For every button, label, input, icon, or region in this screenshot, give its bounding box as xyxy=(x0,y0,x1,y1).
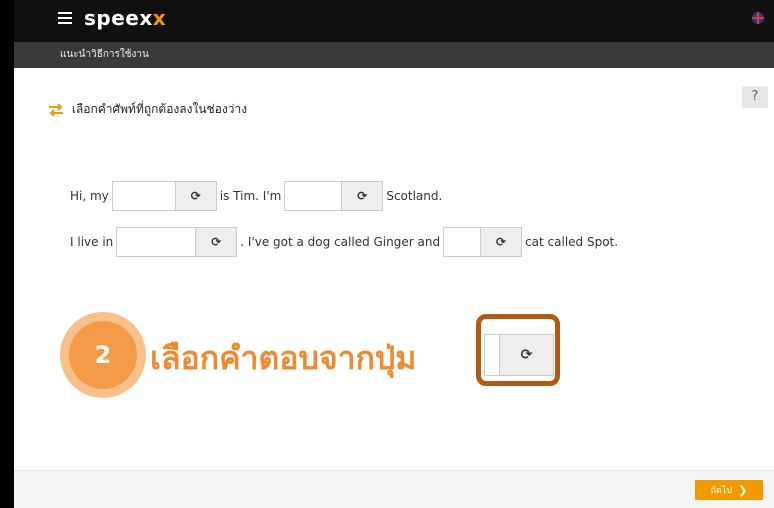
speexx-logo[interactable]: speexx xyxy=(84,6,166,30)
exercise-line-1: Hi, my ⟳ is Tim. I'm ⟳ Scotland. xyxy=(70,181,443,211)
chevron-right-icon: ❯ xyxy=(738,483,748,497)
uk-flag-icon[interactable] xyxy=(752,12,764,24)
gap-field[interactable]: ⟳ xyxy=(111,181,217,211)
gap-input[interactable] xyxy=(285,182,341,210)
text-fragment: cat called Spot. xyxy=(525,235,619,249)
next-button[interactable]: ถัดไป ❯ xyxy=(695,480,763,500)
instruction-text: เลือกคำศัพท์ที่ถูกต้องลงในช่องว่าง xyxy=(71,102,248,116)
text-fragment: I live in xyxy=(70,235,114,249)
exercise-line-2: I live in ⟳ . I've got a dog called Ging… xyxy=(70,227,619,257)
text-fragment: Hi, my xyxy=(70,189,109,203)
callout-text: เลือกคำตอบจากปุ่ม xyxy=(150,339,417,377)
next-label: ถัดไป xyxy=(710,486,733,496)
gap-input[interactable] xyxy=(444,228,480,256)
step-badge: 2 xyxy=(60,312,146,398)
text-fragment: Scotland. xyxy=(386,189,443,203)
text-fragment: is Tim. I'm xyxy=(219,189,282,203)
gap-input[interactable] xyxy=(113,182,175,210)
gap-input[interactable] xyxy=(117,228,195,256)
sub-header: แนะนำวิธีการใช้งาน xyxy=(14,42,774,68)
text-fragment: . I've got a dog called Ginger and xyxy=(240,235,441,249)
gap-field[interactable]: ⟳ xyxy=(116,227,238,257)
step-number: 2 xyxy=(69,321,137,389)
gap-field[interactable]: ⟳ xyxy=(443,227,523,257)
refresh-icon[interactable]: ⟳ xyxy=(480,228,522,256)
refresh-icon[interactable]: ⟳ xyxy=(341,182,383,210)
top-bar: speexx xyxy=(14,0,774,42)
swap-arrows-icon xyxy=(49,103,63,116)
help-button[interactable]: ? xyxy=(742,86,768,108)
page-title: แนะนำวิธีการใช้งาน xyxy=(60,49,149,60)
app-window: speexx แนะนำวิธีการใช้งาน ? เลือกคำศัพท์… xyxy=(14,0,774,508)
gap-field[interactable]: ⟳ xyxy=(284,181,384,211)
exercise-instruction: เลือกคำศัพท์ที่ถูกต้องลงในช่องว่าง xyxy=(48,100,247,119)
footer-bar xyxy=(14,470,774,508)
hamburger-menu-icon[interactable] xyxy=(58,12,72,24)
refresh-icon[interactable]: ⟳ xyxy=(195,228,237,256)
refresh-icon[interactable]: ⟳ xyxy=(174,182,216,210)
highlight-frame xyxy=(476,314,560,386)
